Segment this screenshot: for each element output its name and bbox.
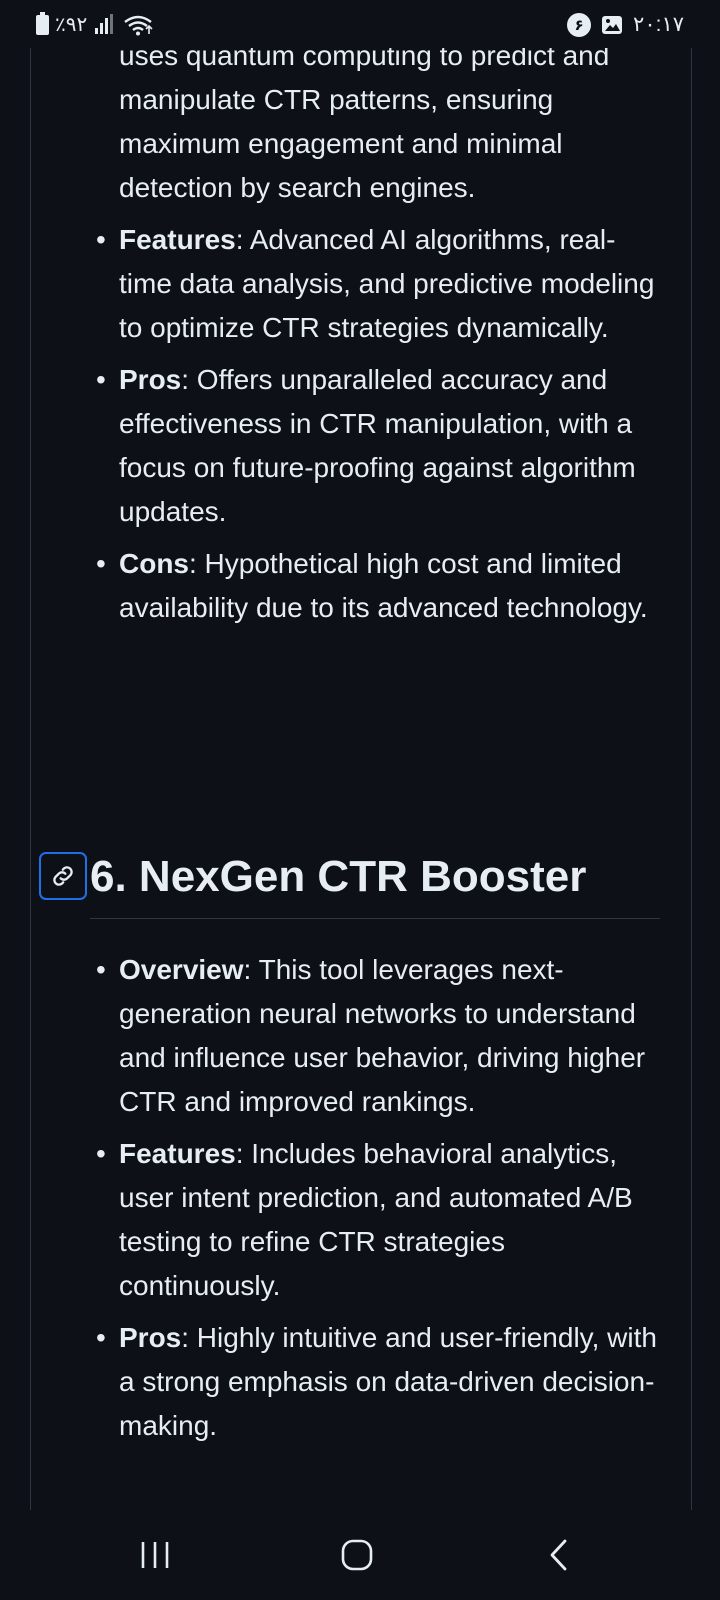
list-item: • Cons: Hypothetical high cost and limit…	[96, 542, 659, 630]
item-term: Pros	[119, 364, 182, 395]
home-button[interactable]	[332, 1532, 382, 1578]
list-item: • Pros: Offers unparalleled accuracy and…	[96, 358, 659, 534]
section-title: 6. NexGen CTR Booster	[90, 852, 587, 901]
battery-percent: ٪۹۲	[55, 14, 88, 36]
status-right: ۶ ۲۰:۱۷	[567, 12, 684, 37]
back-button[interactable]	[534, 1532, 584, 1578]
wifi-icon	[124, 15, 153, 35]
overview-continuation: uses quantum computing to predict and ma…	[119, 44, 610, 203]
item-term: Features	[119, 224, 236, 255]
bullet-icon: •	[96, 364, 106, 395]
navigation-bar	[0, 1510, 720, 1600]
bullet-icon: •	[96, 548, 106, 579]
section-list: • Overview: This tool leverages next-gen…	[31, 948, 659, 1456]
heading-anchor-link[interactable]	[39, 852, 87, 900]
item-term: Features	[119, 1138, 236, 1169]
item-term: Pros	[119, 1322, 182, 1353]
item-text: : Highly intuitive and user-friendly, wi…	[119, 1322, 657, 1441]
home-icon	[341, 1539, 373, 1571]
list-item: • Overview: This tool leverages next-gen…	[96, 948, 659, 1124]
signal-icon	[95, 13, 114, 34]
clock: ۲۰:۱۷	[633, 13, 684, 36]
link-icon	[53, 866, 73, 886]
item-text: : Offers unparalleled accuracy and effec…	[119, 364, 636, 527]
heading-divider	[90, 918, 660, 919]
battery-icon	[36, 11, 49, 35]
list-item: uses quantum computing to predict and ma…	[119, 44, 659, 210]
list-item: • Features: Advanced AI algorithms, real…	[96, 218, 659, 350]
prev-section-list: uses quantum computing to predict and ma…	[31, 44, 659, 638]
back-icon	[550, 1539, 567, 1571]
status-left: ٪۹۲	[36, 11, 153, 37]
image-icon	[602, 15, 623, 34]
recent-apps-button[interactable]	[130, 1532, 180, 1578]
bullet-icon: •	[96, 954, 106, 985]
notification-icon: ۶	[567, 12, 592, 37]
section-heading: 6. NexGen CTR Booster	[31, 852, 691, 922]
markdown-content: uses quantum computing to predict and ma…	[30, 44, 692, 1510]
bullet-icon: •	[96, 1138, 106, 1169]
item-text: : Hypothetical high cost and limited ava…	[119, 548, 648, 623]
list-item: • Pros: Highly intuitive and user-friend…	[96, 1316, 659, 1448]
bullet-icon: •	[96, 224, 106, 255]
status-bar: ٪۹۲ ۶ ۲۰:۱۷	[0, 0, 720, 48]
item-term: Cons	[119, 548, 189, 579]
item-term: Overview	[119, 954, 244, 985]
list-item: • Features: Includes behavioral analytic…	[96, 1132, 659, 1308]
bullet-icon: •	[96, 1322, 106, 1353]
recent-apps-icon	[141, 1542, 169, 1568]
